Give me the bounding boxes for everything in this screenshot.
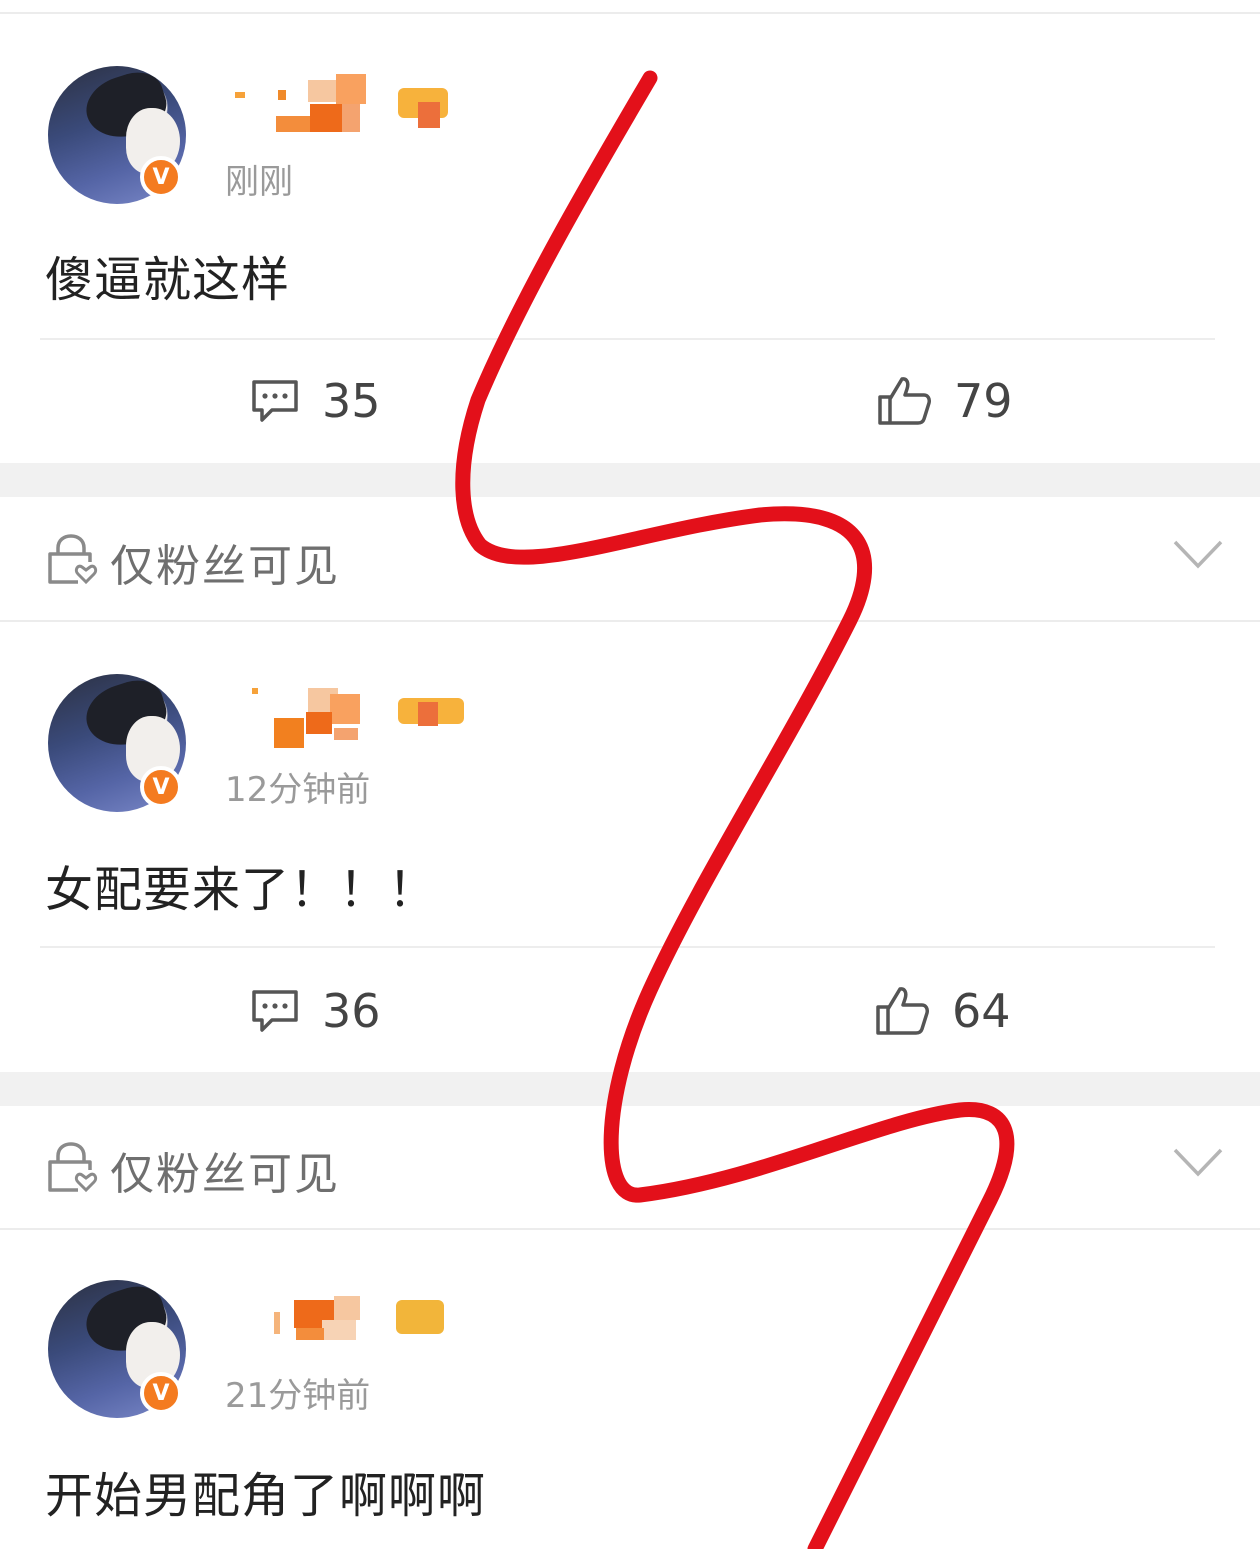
top-divider — [0, 12, 1260, 14]
post-content: 开始男配角了啊啊啊 — [45, 1468, 487, 1524]
post-divider — [40, 946, 1215, 948]
verified-badge-icon: V — [140, 766, 182, 808]
comment-icon — [252, 380, 298, 422]
lock-heart-icon — [48, 534, 98, 585]
visibility-label: 仅粉丝可见 — [110, 541, 340, 592]
thumbs-up-icon — [878, 377, 931, 425]
like-count: 79 — [954, 374, 1013, 428]
visibility-row[interactable]: 仅粉丝可见 — [0, 1108, 1260, 1228]
thumbs-up-icon — [876, 987, 929, 1035]
row-divider — [0, 620, 1260, 622]
username-redacted[interactable] — [230, 1290, 470, 1350]
verified-badge-icon: V — [140, 1372, 182, 1414]
chevron-down-icon[interactable] — [1172, 1146, 1224, 1178]
post-content: 傻逼就这样 — [45, 252, 291, 308]
comment-count: 35 — [322, 374, 381, 428]
lock-heart-icon — [48, 1142, 98, 1193]
username-redacted[interactable] — [230, 684, 470, 748]
comment-count: 36 — [322, 984, 381, 1038]
like-count: 64 — [952, 984, 1011, 1038]
post-timestamp: 刚刚 — [225, 162, 293, 202]
post-divider — [40, 338, 1215, 340]
post-timestamp: 12分钟前 — [225, 770, 371, 810]
visibility-label: 仅粉丝可见 — [110, 1149, 340, 1200]
section-separator — [0, 463, 1260, 497]
username-redacted[interactable] — [230, 72, 470, 132]
visibility-row[interactable]: 仅粉丝可见 — [0, 500, 1260, 620]
verified-badge-icon: V — [140, 156, 182, 198]
section-separator — [0, 1072, 1260, 1106]
comment-button[interactable]: 35 — [250, 374, 381, 428]
like-button[interactable]: 79 — [876, 374, 1013, 428]
post-content: 女配要来了！！！ — [45, 862, 438, 918]
row-divider — [0, 1228, 1260, 1230]
comment-button[interactable]: 36 — [250, 984, 381, 1038]
comment-icon — [252, 990, 298, 1032]
annotation-scribble-line — [455, 70, 1015, 1549]
chevron-down-icon[interactable] — [1172, 538, 1224, 570]
like-button[interactable]: 64 — [874, 984, 1011, 1038]
post-timestamp: 21分钟前 — [225, 1376, 371, 1416]
